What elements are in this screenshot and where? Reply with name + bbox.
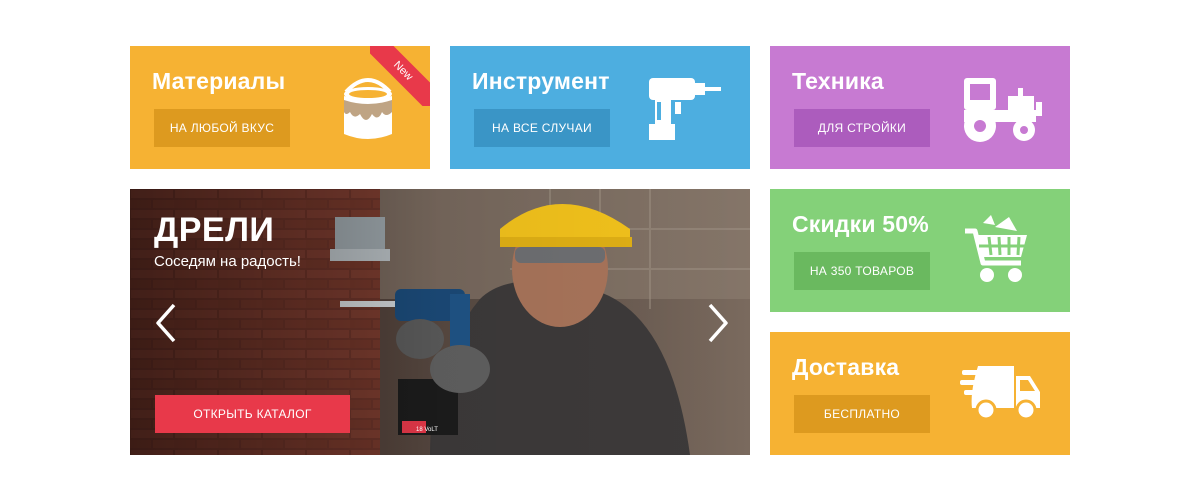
new-ribbon: New xyxy=(370,46,430,106)
discounts-button[interactable]: НА 350 ТОВАРОВ xyxy=(794,252,930,290)
hero-title: ДРЕЛИ xyxy=(154,211,275,249)
drill-icon xyxy=(645,74,725,142)
delivery-truck-icon xyxy=(958,362,1042,422)
carousel-prev-arrow-icon[interactable] xyxy=(152,301,180,345)
machinery-button[interactable]: ДЛЯ СТРОЙКИ xyxy=(794,109,930,147)
delivery-tile[interactable]: Доставка БЕСПЛАТНО xyxy=(770,332,1070,455)
tools-title: Инструмент xyxy=(472,68,610,94)
machinery-tile[interactable]: Техника ДЛЯ СТРОЙКИ xyxy=(770,46,1070,169)
materials-title: Материалы xyxy=(152,68,286,94)
hero-subtitle: Соседям на радость! xyxy=(154,253,301,270)
open-catalog-button[interactable]: ОТКРЫТЬ КАТАЛОГ xyxy=(155,395,350,433)
battery-label: 18 VoLT xyxy=(416,427,438,433)
machinery-title: Техника xyxy=(792,68,884,94)
delivery-button[interactable]: БЕСПЛАТНО xyxy=(794,395,930,433)
tools-tile[interactable]: Инструмент НА ВСЕ СЛУЧАИ xyxy=(450,46,750,169)
hero-banner[interactable]: 18 VoLT ДРЕЛИ Соседям на радость! ОТКРЫТ… xyxy=(130,189,750,455)
shopping-cart-icon xyxy=(963,213,1031,289)
discounts-title: Скидки 50% xyxy=(792,211,929,237)
new-ribbon-label: New xyxy=(370,46,430,106)
tractor-icon xyxy=(958,76,1046,144)
materials-tile[interactable]: Материалы НА ЛЮБОЙ ВКУС New xyxy=(130,46,430,169)
tools-button[interactable]: НА ВСЕ СЛУЧАИ xyxy=(474,109,610,147)
delivery-title: Доставка xyxy=(792,354,900,380)
materials-button[interactable]: НА ЛЮБОЙ ВКУС xyxy=(154,109,290,147)
carousel-next-arrow-icon[interactable] xyxy=(704,301,732,345)
discounts-tile[interactable]: Скидки 50% НА 350 ТОВАРОВ xyxy=(770,189,1070,312)
